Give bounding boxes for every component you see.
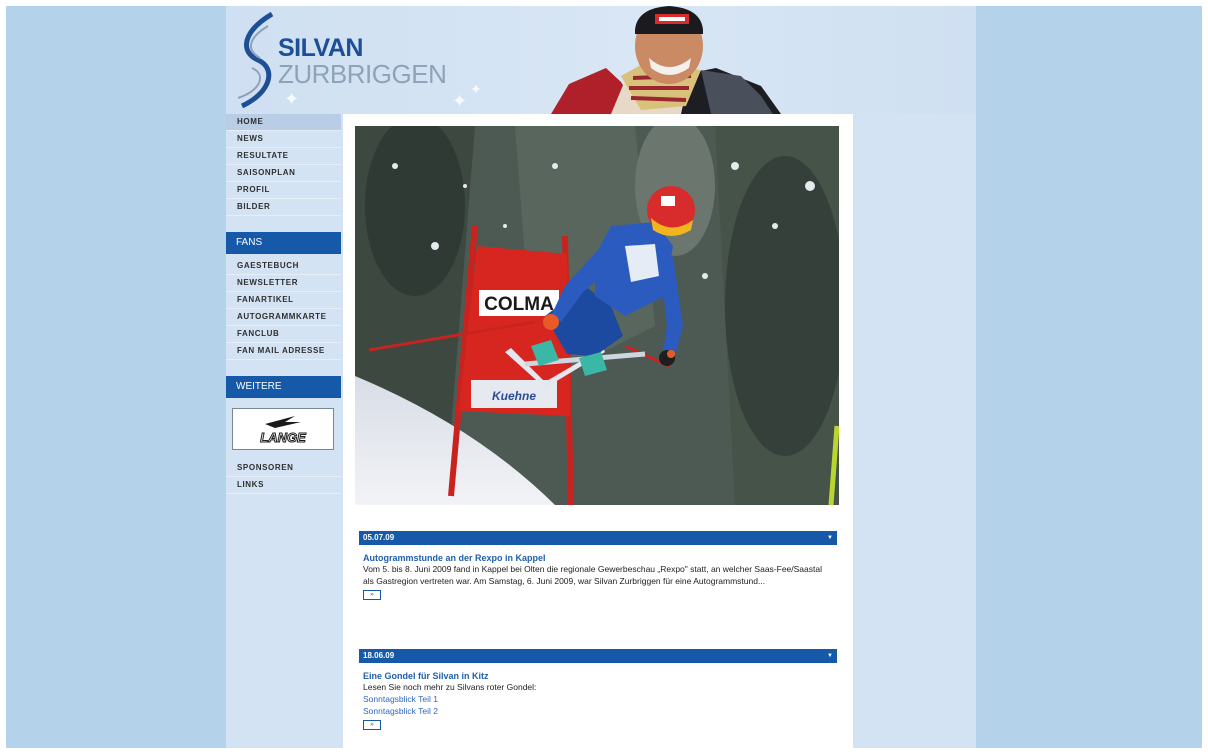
nav-item-newsletter[interactable]: NEWSLETTER <box>226 275 341 292</box>
svg-text:COLMA: COLMA <box>484 294 554 315</box>
section-heading-weitere: WEITERE <box>226 376 341 398</box>
lange-logo-icon: LANGE <box>260 416 307 446</box>
nav-item-fan-mail-adresse[interactable]: FAN MAIL ADRESSE <box>226 343 341 360</box>
section-heading-fans: FANS <box>226 232 341 254</box>
main-content: COLMA Kuehne 05.07.09 ▼ Autogrammstunde … <box>343 114 853 748</box>
news-link-sonntagsblick-1[interactable]: Sonntagsblick Teil 1 <box>359 693 837 705</box>
nav-item-profil[interactable]: PROFIL <box>226 182 341 199</box>
news-item: 18.06.09 ▼ Eine Gondel für Silvan in Kit… <box>359 649 837 730</box>
nav-item-fanartikel[interactable]: FANARTIKEL <box>226 292 341 309</box>
s-swirl-logo-icon <box>237 12 274 108</box>
sparkle-icon: ✦ <box>284 89 300 109</box>
svg-text:LANGE: LANGE <box>260 430 306 445</box>
news-date-bar: 18.06.09 ▼ <box>359 649 837 663</box>
ski-racer-hero-image: COLMA Kuehne <box>355 126 839 505</box>
sidebar: HOME NEWS RESULTATE SAISONPLAN PROFIL BI… <box>226 114 341 494</box>
news-date: 05.07.09 <box>363 533 395 542</box>
read-more-button[interactable]: » <box>363 720 381 730</box>
nav-item-fanclub[interactable]: FANCLUB <box>226 326 341 343</box>
nav-item-bilder[interactable]: BILDER <box>226 199 341 216</box>
nav-item-home[interactable]: HOME <box>226 114 341 131</box>
page-background: SILVAN ZURBRIGGEN ✦ ✦ ✦ HOME NEWS RESULT… <box>6 6 1202 748</box>
news-excerpt: Lesen Sie noch mehr zu Silvans roter Gon… <box>363 682 537 692</box>
logo-title-last-name: ZURBRIGGEN <box>278 59 447 89</box>
sparkle-icon: ✦ <box>452 91 468 111</box>
chevron-down-icon[interactable]: ▼ <box>827 649 833 663</box>
news-item: 05.07.09 ▼ Autogrammstunde an der Rexpo … <box>359 531 837 600</box>
news-excerpt: Vom 5. bis 8. Juni 2009 fand in Kappel b… <box>363 564 822 586</box>
chevron-down-icon[interactable]: ▼ <box>827 531 833 545</box>
sparkle-icon: ✦ <box>470 81 482 97</box>
nav-item-links[interactable]: LINKS <box>226 477 341 494</box>
read-more-button[interactable]: » <box>363 590 381 600</box>
svg-text:Kuehne: Kuehne <box>492 389 536 403</box>
nav-item-resultate[interactable]: RESULTATE <box>226 148 341 165</box>
logo-title-first-name: SILVAN <box>278 34 363 62</box>
site-header: SILVAN ZURBRIGGEN ✦ ✦ ✦ <box>226 6 976 114</box>
news-title-link[interactable]: Eine Gondel für Silvan in Kitz <box>359 671 837 681</box>
nav-item-autogrammkarte[interactable]: AUTOGRAMMKARTE <box>226 309 341 326</box>
nav-item-gaestebuch[interactable]: GAESTEBUCH <box>226 258 341 275</box>
main-navigation: HOME NEWS RESULTATE SAISONPLAN PROFIL BI… <box>226 114 341 216</box>
nav-item-sponsoren[interactable]: SPONSOREN <box>226 460 341 477</box>
news-title-link[interactable]: Autogrammstunde an der Rexpo in Kappel <box>359 553 837 563</box>
news-date: 18.06.09 <box>363 651 395 660</box>
news-link-sonntagsblick-2[interactable]: Sonntagsblick Teil 2 <box>359 705 837 717</box>
nav-item-news[interactable]: NEWS <box>226 131 341 148</box>
athlete-portrait-image <box>551 6 781 114</box>
site-container: SILVAN ZURBRIGGEN ✦ ✦ ✦ HOME NEWS RESULT… <box>226 6 976 748</box>
sponsor-logo-lange[interactable]: LANGE <box>232 408 334 450</box>
weitere-navigation: SPONSOREN LINKS <box>226 460 341 494</box>
fans-navigation: GAESTEBUCH NEWSLETTER FANARTIKEL AUTOGRA… <box>226 258 341 360</box>
nav-item-saisonplan[interactable]: SAISONPLAN <box>226 165 341 182</box>
news-date-bar: 05.07.09 ▼ <box>359 531 837 545</box>
